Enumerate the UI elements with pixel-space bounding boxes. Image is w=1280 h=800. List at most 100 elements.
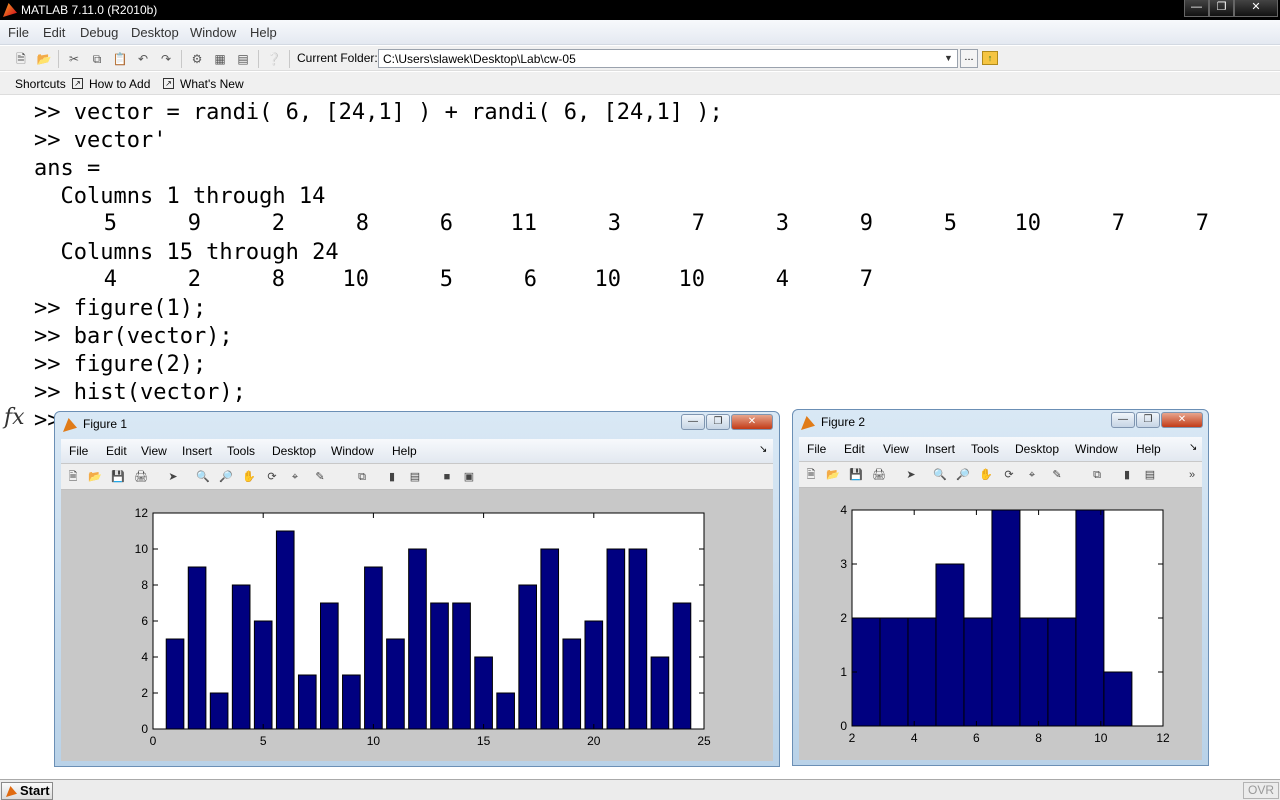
colorbar-icon[interactable]: ▮ — [1119, 467, 1135, 483]
menu-debug[interactable]: Debug — [80, 25, 118, 40]
command-line: ans = — [34, 156, 101, 181]
save-icon[interactable]: 💾 — [848, 467, 864, 483]
fig-menu-edit[interactable]: Edit — [106, 444, 127, 458]
legend-icon[interactable]: ▤ — [407, 469, 423, 485]
minimize-button[interactable]: — — [1111, 412, 1135, 428]
fig-menu-help[interactable]: Help — [392, 444, 417, 458]
start-button[interactable]: Start — [1, 782, 53, 800]
legend-icon[interactable]: ▤ — [1142, 467, 1158, 483]
copy-icon[interactable]: ⧉ — [89, 51, 105, 67]
pointer-icon[interactable]: ➤ — [903, 467, 919, 483]
shortcut-link-icon: ↗ — [163, 78, 174, 89]
function-browser-icon[interactable]: fx — [4, 405, 25, 430]
dock-arrow-icon[interactable]: ↘ — [1189, 442, 1197, 453]
fig-menu-insert[interactable]: Insert — [925, 442, 955, 456]
menu-edit[interactable]: Edit — [43, 25, 65, 40]
minimize-button[interactable]: — — [1184, 0, 1209, 17]
fig-menu-edit[interactable]: Edit — [844, 442, 865, 456]
print-icon[interactable]: 🖨 — [133, 469, 149, 485]
menu-window[interactable]: Window — [190, 25, 236, 40]
zoom-in-icon[interactable]: 🔍 — [195, 469, 211, 485]
fig-menu-desktop[interactable]: Desktop — [272, 444, 316, 458]
link-plot-icon[interactable]: ⧉ — [1089, 467, 1105, 483]
fig-menu-help[interactable]: Help — [1136, 442, 1161, 456]
print-icon[interactable]: 🖨 — [871, 467, 887, 483]
fig-menu-view[interactable]: View — [141, 444, 167, 458]
how-to-add-link[interactable]: How to Add — [89, 77, 150, 91]
figure-2-window[interactable]: Figure 2 — ❐ ✕ File Edit View Insert Too… — [792, 409, 1209, 766]
fig-menu-window[interactable]: Window — [1075, 442, 1118, 456]
colorbar-icon[interactable]: ▮ — [384, 469, 400, 485]
close-button[interactable]: ✕ — [1234, 0, 1278, 17]
shortcuts-bar: Shortcuts ↗ How to Add ↗ What's New — [0, 72, 1280, 95]
figure-1-window[interactable]: Figure 1 — ❐ ✕ File Edit View Insert Too… — [54, 411, 780, 767]
open-file-icon[interactable]: 📂 — [87, 469, 103, 485]
output-value: 7 — [1195, 211, 1209, 236]
open-file-icon[interactable]: 📂 — [825, 467, 841, 483]
y-tick-label: 0 — [141, 722, 148, 736]
pan-icon[interactable]: ✋ — [978, 467, 994, 483]
dock-arrow-icon[interactable]: ↘ — [759, 444, 767, 455]
menu-desktop[interactable]: Desktop — [131, 25, 179, 40]
cut-icon[interactable]: ✂ — [66, 51, 82, 67]
redo-icon[interactable]: ↷ — [158, 51, 174, 67]
chevron-down-icon[interactable]: ▼ — [940, 50, 957, 67]
data-cursor-icon[interactable]: ⌖ — [287, 469, 303, 485]
pan-icon[interactable]: ✋ — [241, 469, 257, 485]
fig-menu-desktop[interactable]: Desktop — [1015, 442, 1059, 456]
simulink-icon[interactable]: ⚙ — [189, 51, 205, 67]
more-tools-icon[interactable]: » — [1184, 467, 1200, 483]
fig-menu-window[interactable]: Window — [331, 444, 374, 458]
help-icon[interactable]: ❔ — [266, 51, 282, 67]
paste-icon[interactable]: 📋 — [112, 51, 128, 67]
fig-menu-file[interactable]: File — [807, 442, 826, 456]
fig-menu-insert[interactable]: Insert — [182, 444, 212, 458]
pointer-icon[interactable]: ➤ — [165, 469, 181, 485]
bar — [584, 620, 604, 730]
output-value: 3 — [775, 211, 789, 236]
save-icon[interactable]: 💾 — [110, 469, 126, 485]
folder-up-icon[interactable]: ↑ — [982, 51, 998, 65]
undo-icon[interactable]: ↶ — [135, 51, 151, 67]
current-folder-input[interactable]: C:\Users\slawek\Desktop\Lab\cw-05 — [378, 49, 958, 68]
zoom-out-icon[interactable]: 🔎 — [955, 467, 971, 483]
profiler-icon[interactable]: ▤ — [235, 51, 251, 67]
zoom-out-icon[interactable]: 🔎 — [218, 469, 234, 485]
figure-1-body: File Edit View Insert Tools Desktop Wind… — [61, 439, 773, 761]
rotate-3d-icon[interactable]: ⟳ — [1001, 467, 1017, 483]
fig-menu-tools[interactable]: Tools — [971, 442, 999, 456]
new-file-icon[interactable]: 🗎 — [13, 51, 29, 67]
menu-help[interactable]: Help — [250, 25, 277, 40]
fig-menu-view[interactable]: View — [883, 442, 909, 456]
data-cursor-icon[interactable]: ⌖ — [1024, 467, 1040, 483]
output-value: 8 — [355, 211, 369, 236]
fig-menu-file[interactable]: File — [69, 444, 88, 458]
columns-header: Columns 15 through 24 — [34, 240, 339, 265]
brush-icon[interactable]: ✎ — [312, 469, 328, 485]
x-tick-label: 8 — [1035, 731, 1042, 745]
link-plot-icon[interactable]: ⧉ — [354, 469, 370, 485]
new-figure-icon[interactable]: 🗎 — [803, 467, 819, 483]
maximize-button[interactable]: ❐ — [1209, 0, 1234, 17]
bar — [879, 617, 909, 727]
new-figure-icon[interactable]: 🗎 — [65, 469, 81, 485]
bar — [672, 602, 692, 730]
menu-file[interactable]: File — [8, 25, 29, 40]
rotate-3d-icon[interactable]: ⟳ — [264, 469, 280, 485]
guide-icon[interactable]: ▦ — [212, 51, 228, 67]
maximize-button[interactable]: ❐ — [706, 414, 730, 430]
minimize-button[interactable]: — — [681, 414, 705, 430]
bar — [540, 548, 560, 730]
maximize-button[interactable]: ❐ — [1136, 412, 1160, 428]
brush-icon[interactable]: ✎ — [1049, 467, 1065, 483]
zoom-in-icon[interactable]: 🔍 — [932, 467, 948, 483]
whats-new-link[interactable]: What's New — [180, 77, 244, 91]
fig-menu-tools[interactable]: Tools — [227, 444, 255, 458]
hide-tools-icon[interactable]: ■ — [439, 469, 455, 485]
bar — [320, 602, 339, 730]
browse-folder-button[interactable]: ... — [960, 49, 978, 68]
open-folder-icon[interactable]: 📂 — [36, 51, 52, 67]
close-button[interactable]: ✕ — [731, 414, 773, 430]
close-button[interactable]: ✕ — [1161, 412, 1203, 428]
show-tools-icon[interactable]: ▣ — [461, 469, 477, 485]
